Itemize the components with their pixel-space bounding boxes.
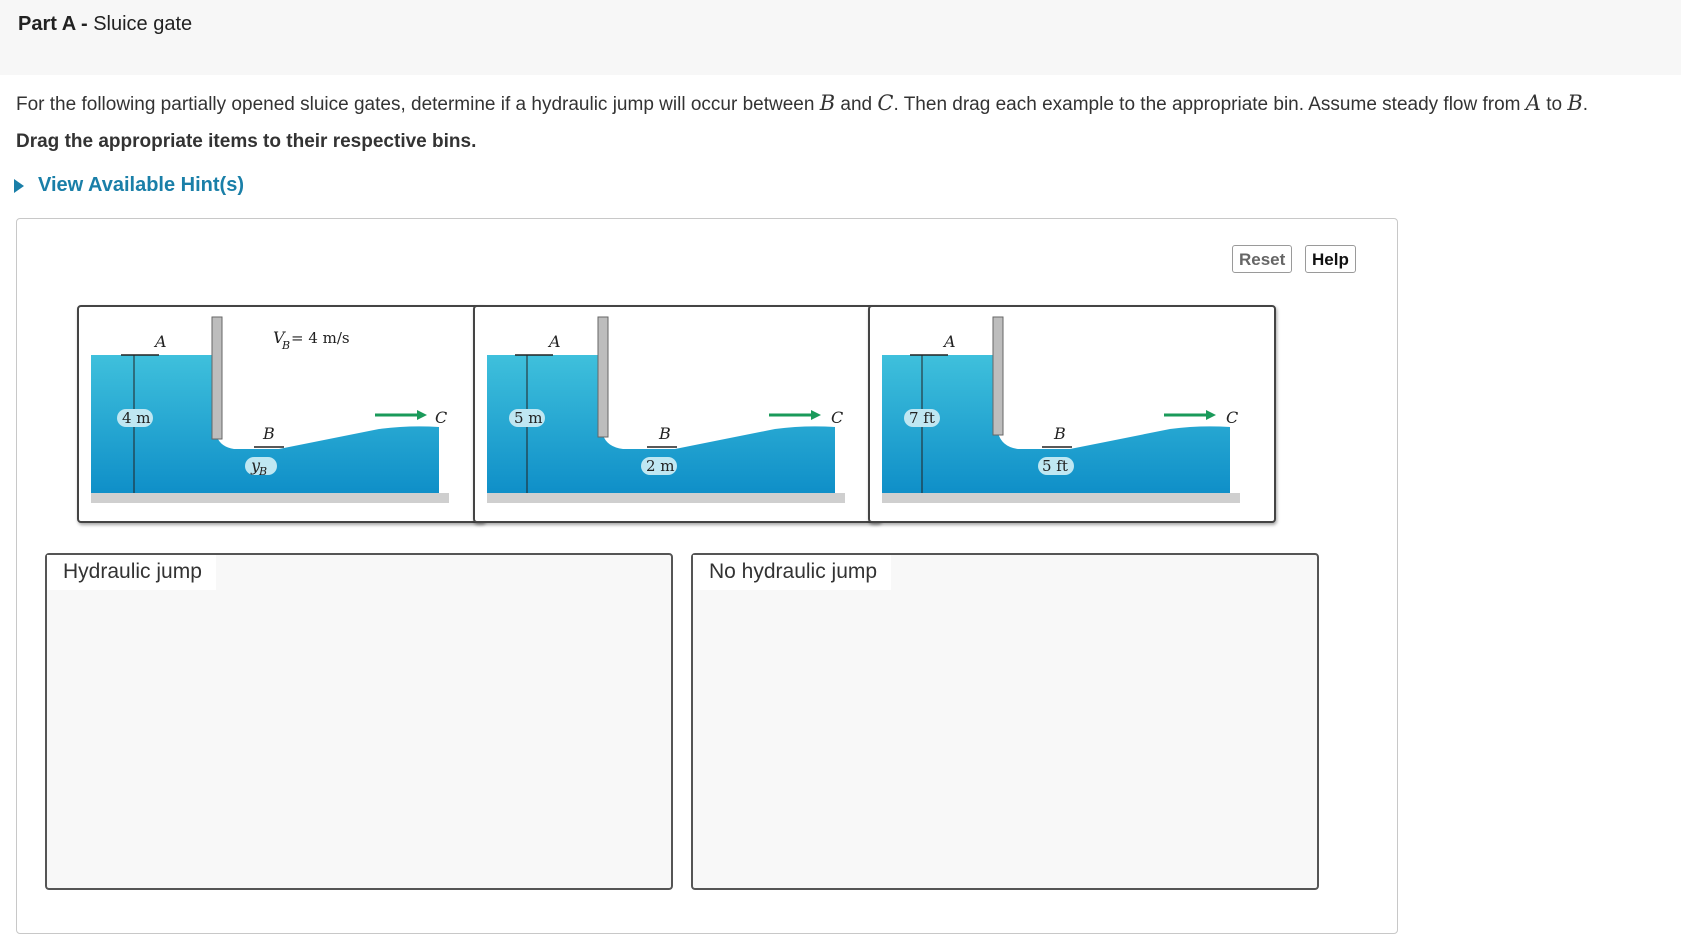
help-button[interactable]: Help [1305,245,1356,273]
label-a: A [942,332,956,351]
velocity-subscript: B [281,339,290,352]
question-segment: and [840,94,873,115]
label-c: C [435,408,447,427]
sluice-gate [992,316,1004,436]
bin-label: No hydraulic jump [693,555,892,590]
drag-drop-workspace: Reset Help A 4 m B y B V B = 4 m/s C A 5… [16,218,1398,934]
view-hints-link[interactable]: View Available Hint(s) [14,174,244,197]
label-a: A [153,332,167,351]
label-b: B [658,424,671,443]
sluice-gate-diagram: A 5 m B 2 m C [487,316,845,503]
bin-no-hydraulic-jump[interactable]: No hydraulic jump [691,553,1319,890]
label-c: C [831,408,843,427]
flow-arrow-icon [811,410,821,420]
variable-a: A [1525,91,1541,115]
variable-c: C [877,91,894,115]
instruction-text: Drag the appropriate items to their resp… [16,131,477,152]
part-title: Part A - Sluice gate [18,13,192,36]
label-c: C [1226,408,1238,427]
draggable-card-1[interactable]: A 4 m B y B V B = 4 m/s C [77,305,485,523]
depth-b-value: 5 ft [1042,457,1068,475]
sluice-gate [597,316,609,438]
question-segment: For the following partially opened sluic… [16,94,815,115]
part-prefix: Part A - [18,13,88,35]
question-segment: to [1546,94,1563,115]
draggable-card-3[interactable]: A 7 ft B 5 ft C [868,305,1276,523]
channel-bed [487,493,845,503]
depth-a-value: 4 m [122,409,151,427]
flow-arrow-icon [417,410,427,420]
label-a: A [547,332,561,351]
channel-bed [91,493,449,503]
label-b: B [262,424,275,443]
variable-b: B [819,91,836,115]
view-hints-label: View Available Hint(s) [38,174,244,196]
velocity-value: = 4 m/s [291,329,350,347]
variable-b: B [1567,91,1583,115]
bin-hydraulic-jump[interactable]: Hydraulic jump [45,553,673,890]
draggable-card-2[interactable]: A 5 m B 2 m C [473,305,881,523]
bin-label: Hydraulic jump [47,555,216,590]
depth-b-value: 2 m [646,457,675,475]
sluice-gate [211,316,223,440]
channel-bed [882,493,1240,503]
sluice-gate-diagram: A 7 ft B 5 ft C [882,316,1240,503]
depth-b-subscript: B [258,465,267,478]
label-b: B [1053,424,1066,443]
caret-right-icon [14,178,24,193]
part-name: Sluice gate [93,13,193,35]
depth-a-value: 5 m [514,409,543,427]
part-header: Part A - Sluice gate [0,0,1681,75]
depth-a-value: 7 ft [909,409,935,427]
question-segment: . [1582,94,1589,115]
flow-arrow-icon [1206,410,1216,420]
reset-button[interactable]: Reset [1232,245,1293,273]
question-text: For the following partially opened sluic… [16,91,1588,116]
question-segment: . Then drag each example to the appropri… [893,94,1521,115]
sluice-gate-diagram: A 4 m B y B V B = 4 m/s C [91,316,449,503]
